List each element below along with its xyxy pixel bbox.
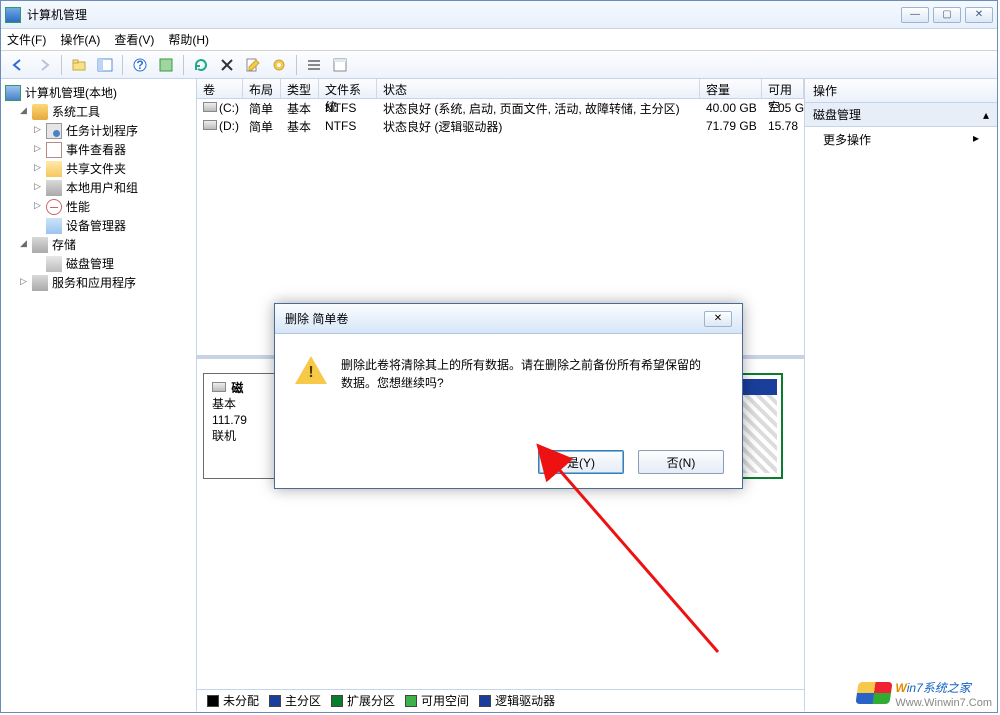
col-volume[interactable]: 卷 (197, 79, 243, 98)
tree-local-users[interactable]: ▷本地用户和组 (33, 178, 194, 197)
col-freespace[interactable]: 可用空 (762, 79, 804, 98)
legend-unallocated: 未分配 (223, 692, 259, 709)
watermark: Win7系统之家 Www.Winwin7.Com (857, 676, 992, 709)
refresh-icon[interactable] (190, 54, 212, 76)
svg-text:?: ? (136, 58, 143, 72)
menu-file[interactable]: 文件(F) (7, 31, 46, 48)
delete-icon[interactable] (216, 54, 238, 76)
tree-disk-management[interactable]: 磁盘管理 (33, 254, 194, 273)
help-icon[interactable]: ? (129, 54, 151, 76)
tree-services[interactable]: ▷服务和应用程序 (19, 273, 194, 292)
dialog-message: 删除此卷将清除其上的所有数据。请在删除之前备份所有希望保留的数据。您想继续吗? (341, 356, 701, 392)
nav-tree: 计算机管理(本地) ◢系统工具 ▷任务计划程序 ▷事件查看器 ▷共享文件夹 ▷本… (1, 79, 197, 711)
dialog-close-button[interactable]: ✕ (704, 311, 732, 327)
tree-task-scheduler[interactable]: ▷任务计划程序 (33, 121, 194, 140)
no-button[interactable]: 否(N) (638, 450, 724, 474)
toolbar: ? (1, 51, 997, 79)
table-row[interactable]: (D:) 简单 基本 NTFS 状态良好 (逻辑驱动器) 71.79 GB 15… (197, 117, 804, 135)
col-layout[interactable]: 布局 (243, 79, 281, 98)
back-icon[interactable] (7, 54, 29, 76)
actions-more[interactable]: 更多操作 ▸ (805, 127, 997, 152)
menu-view[interactable]: 查看(V) (114, 31, 154, 48)
actions-pane: 操作 磁盘管理 ▴ 更多操作 ▸ (805, 79, 997, 711)
disk-legend: 未分配 主分区 扩展分区 可用空间 逻辑驱动器 (197, 689, 804, 711)
warning-icon (295, 356, 327, 388)
dialog-titlebar: 删除 简单卷 ✕ (275, 304, 742, 334)
tree-system-tools[interactable]: ◢系统工具 (19, 102, 194, 121)
collapse-icon: ▴ (983, 108, 989, 122)
col-status[interactable]: 状态 (377, 79, 700, 98)
tree-root[interactable]: 计算机管理(本地) (5, 83, 194, 102)
confirm-dialog: 删除 简单卷 ✕ 删除此卷将清除其上的所有数据。请在删除之前备份所有希望保留的数… (274, 303, 743, 489)
disk-icon (203, 120, 217, 130)
chevron-right-icon: ▸ (973, 131, 979, 148)
menubar: 文件(F) 操作(A) 查看(V) 帮助(H) (1, 29, 997, 51)
legend-freespace: 可用空间 (421, 692, 469, 709)
actions-header: 操作 (805, 79, 997, 103)
menu-action[interactable]: 操作(A) (60, 31, 100, 48)
col-capacity[interactable]: 容量 (700, 79, 762, 98)
disk-icon (212, 382, 226, 392)
window-title: 计算机管理 (27, 6, 901, 23)
col-filesystem[interactable]: 文件系统 (319, 79, 377, 98)
dialog-title: 删除 简单卷 (285, 310, 704, 327)
tree-performance[interactable]: ▷性能 (33, 197, 194, 216)
up-icon[interactable] (68, 54, 90, 76)
window-controls: — ▢ ✕ (901, 7, 993, 23)
tree-device-manager[interactable]: 设备管理器 (33, 216, 194, 235)
app-icon (5, 7, 21, 23)
menu-help[interactable]: 帮助(H) (168, 31, 209, 48)
tree-shared-folders[interactable]: ▷共享文件夹 (33, 159, 194, 178)
list-view-icon[interactable] (303, 54, 325, 76)
detail-view-icon[interactable] (329, 54, 351, 76)
disk-icon (203, 102, 217, 112)
watermark-logo-icon (856, 682, 893, 704)
tree-storage[interactable]: ◢存储 (19, 235, 194, 254)
legend-extended: 扩展分区 (347, 692, 395, 709)
settings-icon[interactable] (268, 54, 290, 76)
volume-header: 卷 布局 类型 文件系统 状态 容量 可用空 (197, 79, 804, 99)
disk-info: 磁 基本 111.79 联机 (212, 380, 247, 444)
action-icon[interactable] (155, 54, 177, 76)
col-type[interactable]: 类型 (281, 79, 319, 98)
close-button[interactable]: ✕ (965, 7, 993, 23)
tree-event-viewer[interactable]: ▷事件查看器 (33, 140, 194, 159)
forward-icon[interactable] (33, 54, 55, 76)
legend-primary: 主分区 (285, 692, 321, 709)
table-row[interactable]: (C:) 简单 基本 NTFS 状态良好 (系统, 启动, 页面文件, 活动, … (197, 99, 804, 117)
yes-button[interactable]: 是(Y) (538, 450, 624, 474)
properties-icon[interactable] (242, 54, 264, 76)
actions-section[interactable]: 磁盘管理 ▴ (805, 103, 997, 127)
maximize-button[interactable]: ▢ (933, 7, 961, 23)
titlebar: 计算机管理 — ▢ ✕ (1, 1, 997, 29)
minimize-button[interactable]: — (901, 7, 929, 23)
legend-logical: 逻辑驱动器 (495, 692, 555, 709)
show-hide-tree-icon[interactable] (94, 54, 116, 76)
